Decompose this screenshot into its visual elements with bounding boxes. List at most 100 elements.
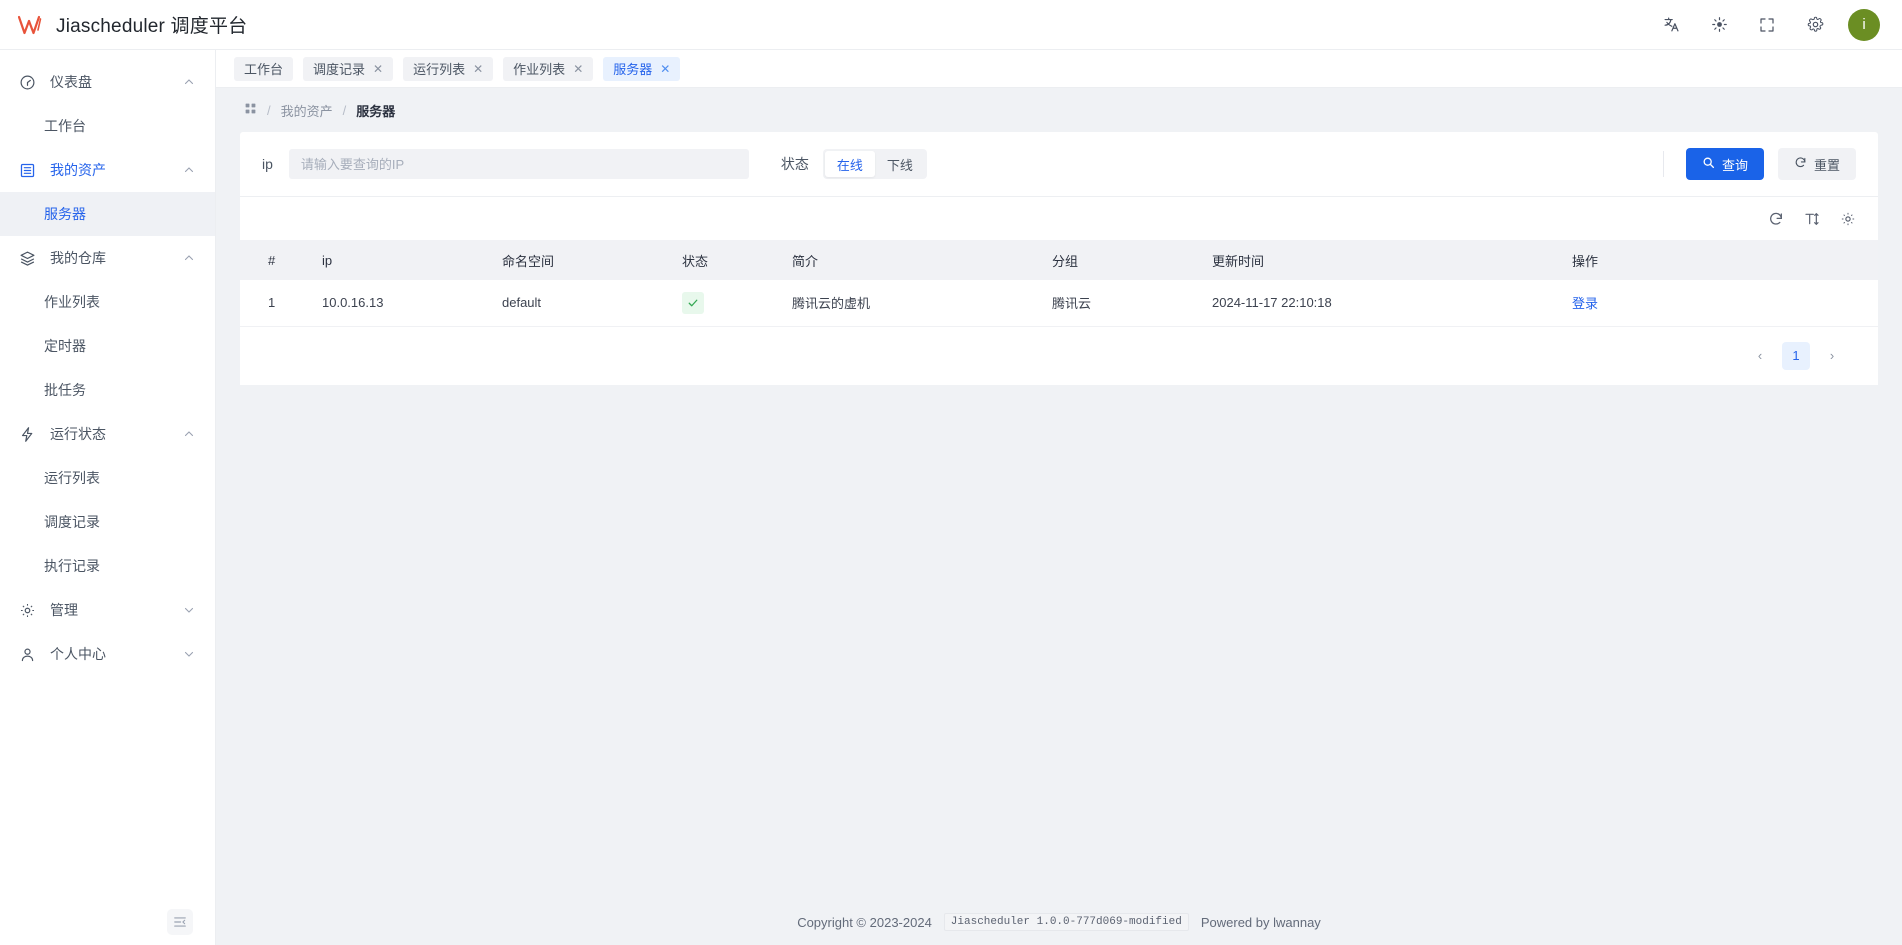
close-icon[interactable]: ✕ [573,63,583,75]
tab-server[interactable]: 服务器 ✕ [603,57,680,81]
content-filler [216,385,1902,900]
sidebar-group-dashboard[interactable]: 仪表盘 [0,60,215,104]
status-option-offline[interactable]: 下线 [875,151,925,177]
breadcrumb-separator: / [343,103,347,118]
translate-icon[interactable] [1656,10,1686,40]
layers-icon [18,249,36,267]
status-option-online[interactable]: 在线 [825,151,875,177]
sidebar-group-label: 仪表盘 [50,72,169,92]
table-row[interactable]: 1 10.0.16.13 default [240,280,1878,326]
app-root: Jiascheduler 调度平台 [0,0,1902,945]
version-badge: Jiascheduler 1.0.0-777d069-modified [944,913,1189,931]
refresh-icon[interactable] [1768,211,1784,227]
close-icon[interactable]: ✕ [660,63,670,75]
column-action: 操作 [1562,240,1878,280]
query-button[interactable]: 查询 [1686,148,1764,180]
menu-fold-icon[interactable] [167,909,193,935]
status-label: 状态 [781,154,809,174]
sidebar: 仪表盘 工作台 我的资产 服务器 [0,50,216,945]
table-head: # ip 命名空间 状态 简介 分组 更新时间 操作 [240,240,1878,280]
footer-copyright: Copyright © 2023-2024 [797,915,932,930]
sidebar-item-server[interactable]: 服务器 [0,192,215,236]
grid-icon[interactable] [244,102,257,118]
tab-schedule-record[interactable]: 调度记录 ✕ [303,57,393,81]
density-icon[interactable] [1804,211,1820,227]
brand: Jiascheduler 调度平台 [18,11,247,38]
cell-status [672,280,782,326]
chevron-up-icon [183,164,195,176]
pagination-page-1[interactable]: 1 [1782,342,1810,370]
sidebar-group-profile[interactable]: 个人中心 [0,632,215,676]
cell-action: 登录 [1562,280,1878,326]
app-body: 仪表盘 工作台 我的资产 服务器 [0,50,1902,945]
login-link[interactable]: 登录 [1572,296,1598,311]
gear-icon[interactable] [1800,10,1830,40]
column-namespace: 命名空间 [492,240,672,280]
ip-label: ip [262,156,273,172]
sidebar-group-runtime[interactable]: 运行状态 [0,412,215,456]
check-icon [687,297,699,309]
sidebar-group-repo[interactable]: 我的仓库 [0,236,215,280]
chevron-up-icon [183,428,195,440]
column-summary: 简介 [782,240,1042,280]
sidebar-item-exec-record[interactable]: 执行记录 [0,544,215,588]
sidebar-group-label: 运行状态 [50,424,169,444]
sidebar-item-schedule-record[interactable]: 调度记录 [0,500,215,544]
pagination-prev[interactable]: ‹ [1746,342,1774,370]
server-icon [18,161,36,179]
tab-label: 工作台 [244,59,283,78]
search-bar: ip 状态 在线 下线 [240,132,1878,196]
column-index: # [240,240,312,280]
avatar[interactable]: i [1848,9,1880,41]
reset-button[interactable]: 重置 [1778,148,1856,180]
query-button-label: 查询 [1722,155,1748,174]
chevron-down-icon [183,604,195,616]
sidebar-item-timer[interactable]: 定时器 [0,324,215,368]
gear-icon[interactable] [1840,211,1856,227]
sidebar-group-admin[interactable]: 管理 [0,588,215,632]
tab-run-list[interactable]: 运行列表 ✕ [403,57,493,81]
sidebar-item-workbench[interactable]: 工作台 [0,104,215,148]
status-badge [682,292,704,314]
chevron-up-icon [183,76,195,88]
close-icon[interactable]: ✕ [373,63,383,75]
app-footer: Copyright © 2023-2024 Jiascheduler 1.0.0… [216,899,1902,945]
pagination-next[interactable]: › [1818,342,1846,370]
table-body: 1 10.0.16.13 default [240,280,1878,326]
sidebar-item-run-list[interactable]: 运行列表 [0,456,215,500]
breadcrumb: / 我的资产 / 服务器 [216,88,1902,132]
column-updated: 更新时间 [1202,240,1562,280]
table-toolbar [240,196,1878,240]
sidebar-item-job-list[interactable]: 作业列表 [0,280,215,324]
sidebar-group-label: 个人中心 [50,644,169,664]
app-header: Jiascheduler 调度平台 [0,0,1902,50]
tab-workbench[interactable]: 工作台 [234,57,293,81]
sidebar-group-label: 我的仓库 [50,248,169,268]
sidebar-group-assets[interactable]: 我的资产 [0,148,215,192]
column-group: 分组 [1042,240,1202,280]
sidebar-item-batch-task[interactable]: 批任务 [0,368,215,412]
sidebar-group-label: 管理 [50,600,169,620]
breadcrumb-parent[interactable]: 我的资产 [281,101,333,120]
chevron-down-icon [183,648,195,660]
chevron-up-icon [183,252,195,264]
search-input[interactable] [289,149,749,179]
breadcrumb-separator: / [267,103,271,118]
fullscreen-icon[interactable] [1752,10,1782,40]
sidebar-menu: 仪表盘 工作台 我的资产 服务器 [0,50,215,899]
server-table: # ip 命名空间 状态 简介 分组 更新时间 操作 [240,240,1878,327]
status-segmented-control: 在线 下线 [823,149,927,179]
tab-job-list[interactable]: 作业列表 ✕ [503,57,593,81]
close-icon[interactable]: ✕ [473,63,483,75]
search-icon [1702,156,1715,172]
tab-label: 服务器 [613,59,652,78]
cell-updated: 2024-11-17 22:10:18 [1202,280,1562,326]
user-icon [18,645,36,663]
cell-ip: 10.0.16.13 [312,280,492,326]
app-title: Jiascheduler 调度平台 [56,11,247,38]
brightness-icon[interactable] [1704,10,1734,40]
cell-index: 1 [240,280,312,326]
column-ip: ip [312,240,492,280]
server-panel: ip 状态 在线 下线 [240,132,1878,385]
header-actions: i [1656,9,1880,41]
